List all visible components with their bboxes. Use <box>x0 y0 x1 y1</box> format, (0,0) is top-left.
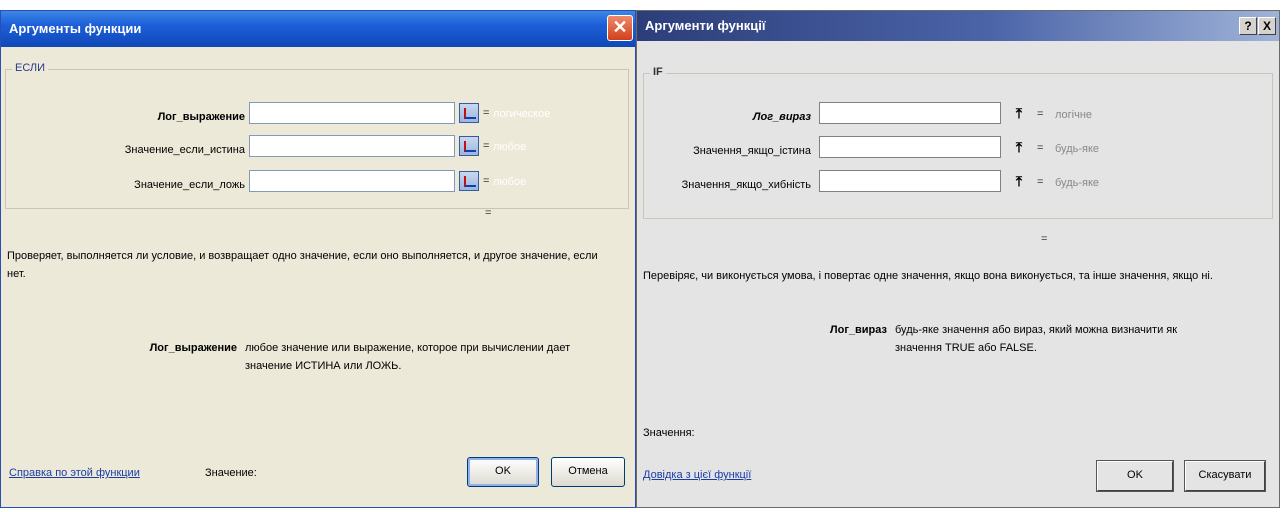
function-arguments-dialog-ru: Аргументы функции ✕ ЕСЛИ Лог_выражение =… <box>0 10 636 508</box>
dialog-title: Аргументи функції <box>645 18 766 33</box>
arg-description-name: Лог_вираз <box>829 324 887 336</box>
range-select-icon[interactable] <box>459 171 479 191</box>
equals-sign: = <box>483 107 490 119</box>
result-equals: = <box>485 207 492 219</box>
arg-label-logical-test: Лог_выражение <box>157 111 245 123</box>
result-equals: = <box>1041 233 1048 245</box>
cancel-button[interactable]: Отмена <box>551 457 625 487</box>
arg-value-hint: логічне <box>1055 109 1093 121</box>
range-select-icon[interactable] <box>459 136 479 156</box>
equals-sign: = <box>1037 108 1044 120</box>
range-select-icon[interactable]: ⤒ <box>1009 137 1029 157</box>
dialog-title: Аргументы функции <box>9 21 142 36</box>
function-description: Проверяет, выполняется ли условие, и воз… <box>7 250 598 280</box>
function-arguments-dialog-ua: Аргументи функції ? X IF Лог_вираз ⤒ = л… <box>636 10 1280 508</box>
ok-button[interactable]: OK <box>467 457 539 487</box>
function-name: ЕСЛИ <box>12 62 49 74</box>
arg-value-hint: будь-яке <box>1055 177 1100 189</box>
help-link[interactable]: Довідка з цієї функції <box>643 469 751 481</box>
logical-test-input[interactable] <box>819 102 1001 124</box>
range-select-icon[interactable]: ⤒ <box>1009 171 1029 191</box>
help-icon[interactable]: ? <box>1239 17 1257 35</box>
range-select-icon[interactable]: ⤒ <box>1009 103 1029 123</box>
function-name: IF <box>650 66 666 78</box>
arg-description-text: будь-яке значення або вираз, який можна … <box>895 324 1178 354</box>
arg-value-hint: любое <box>493 141 527 153</box>
equals-sign: = <box>483 140 490 152</box>
arg-description-text: любое значение или выражение, которое пр… <box>245 342 571 372</box>
title-bar: Аргументи функції ? X <box>637 11 1279 41</box>
arg-value-hint: любое <box>493 176 527 188</box>
value-label: Значение: <box>205 467 257 479</box>
arg-label-value-if-false: Значение_если_ложь <box>134 179 245 191</box>
function-description: Перевіряє, чи виконується умова, і повер… <box>643 270 1213 282</box>
arg-label-value-if-false: Значення_якщо_хибність <box>681 179 811 191</box>
ok-button[interactable]: OK <box>1096 460 1174 492</box>
arg-value-hint: будь-яке <box>1055 143 1100 155</box>
arg-label-value-if-true: Значение_если_истина <box>124 144 245 156</box>
value-if-true-input[interactable] <box>819 136 1001 158</box>
help-link[interactable]: Справка по этой функции <box>9 467 140 479</box>
cancel-button[interactable]: Скасувати <box>1184 460 1266 492</box>
value-if-true-input[interactable] <box>249 135 455 157</box>
value-if-false-input[interactable] <box>249 170 455 192</box>
equals-sign: = <box>1037 142 1044 154</box>
close-icon[interactable]: ✕ <box>607 15 633 41</box>
range-select-icon[interactable] <box>459 103 479 123</box>
arg-value-hint: логическое <box>493 108 551 120</box>
close-icon[interactable]: X <box>1258 17 1276 35</box>
arg-label-value-if-true: Значення_якщо_істина <box>693 145 811 157</box>
arg-description-name: Лог_выражение <box>149 342 237 354</box>
value-label: Значення: <box>643 427 695 439</box>
arg-label-logical-test: Лог_вираз <box>752 111 811 123</box>
title-bar: Аргументы функции ✕ <box>1 11 635 47</box>
equals-sign: = <box>483 175 490 187</box>
equals-sign: = <box>1037 176 1044 188</box>
logical-test-input[interactable] <box>249 102 455 124</box>
value-if-false-input[interactable] <box>819 170 1001 192</box>
